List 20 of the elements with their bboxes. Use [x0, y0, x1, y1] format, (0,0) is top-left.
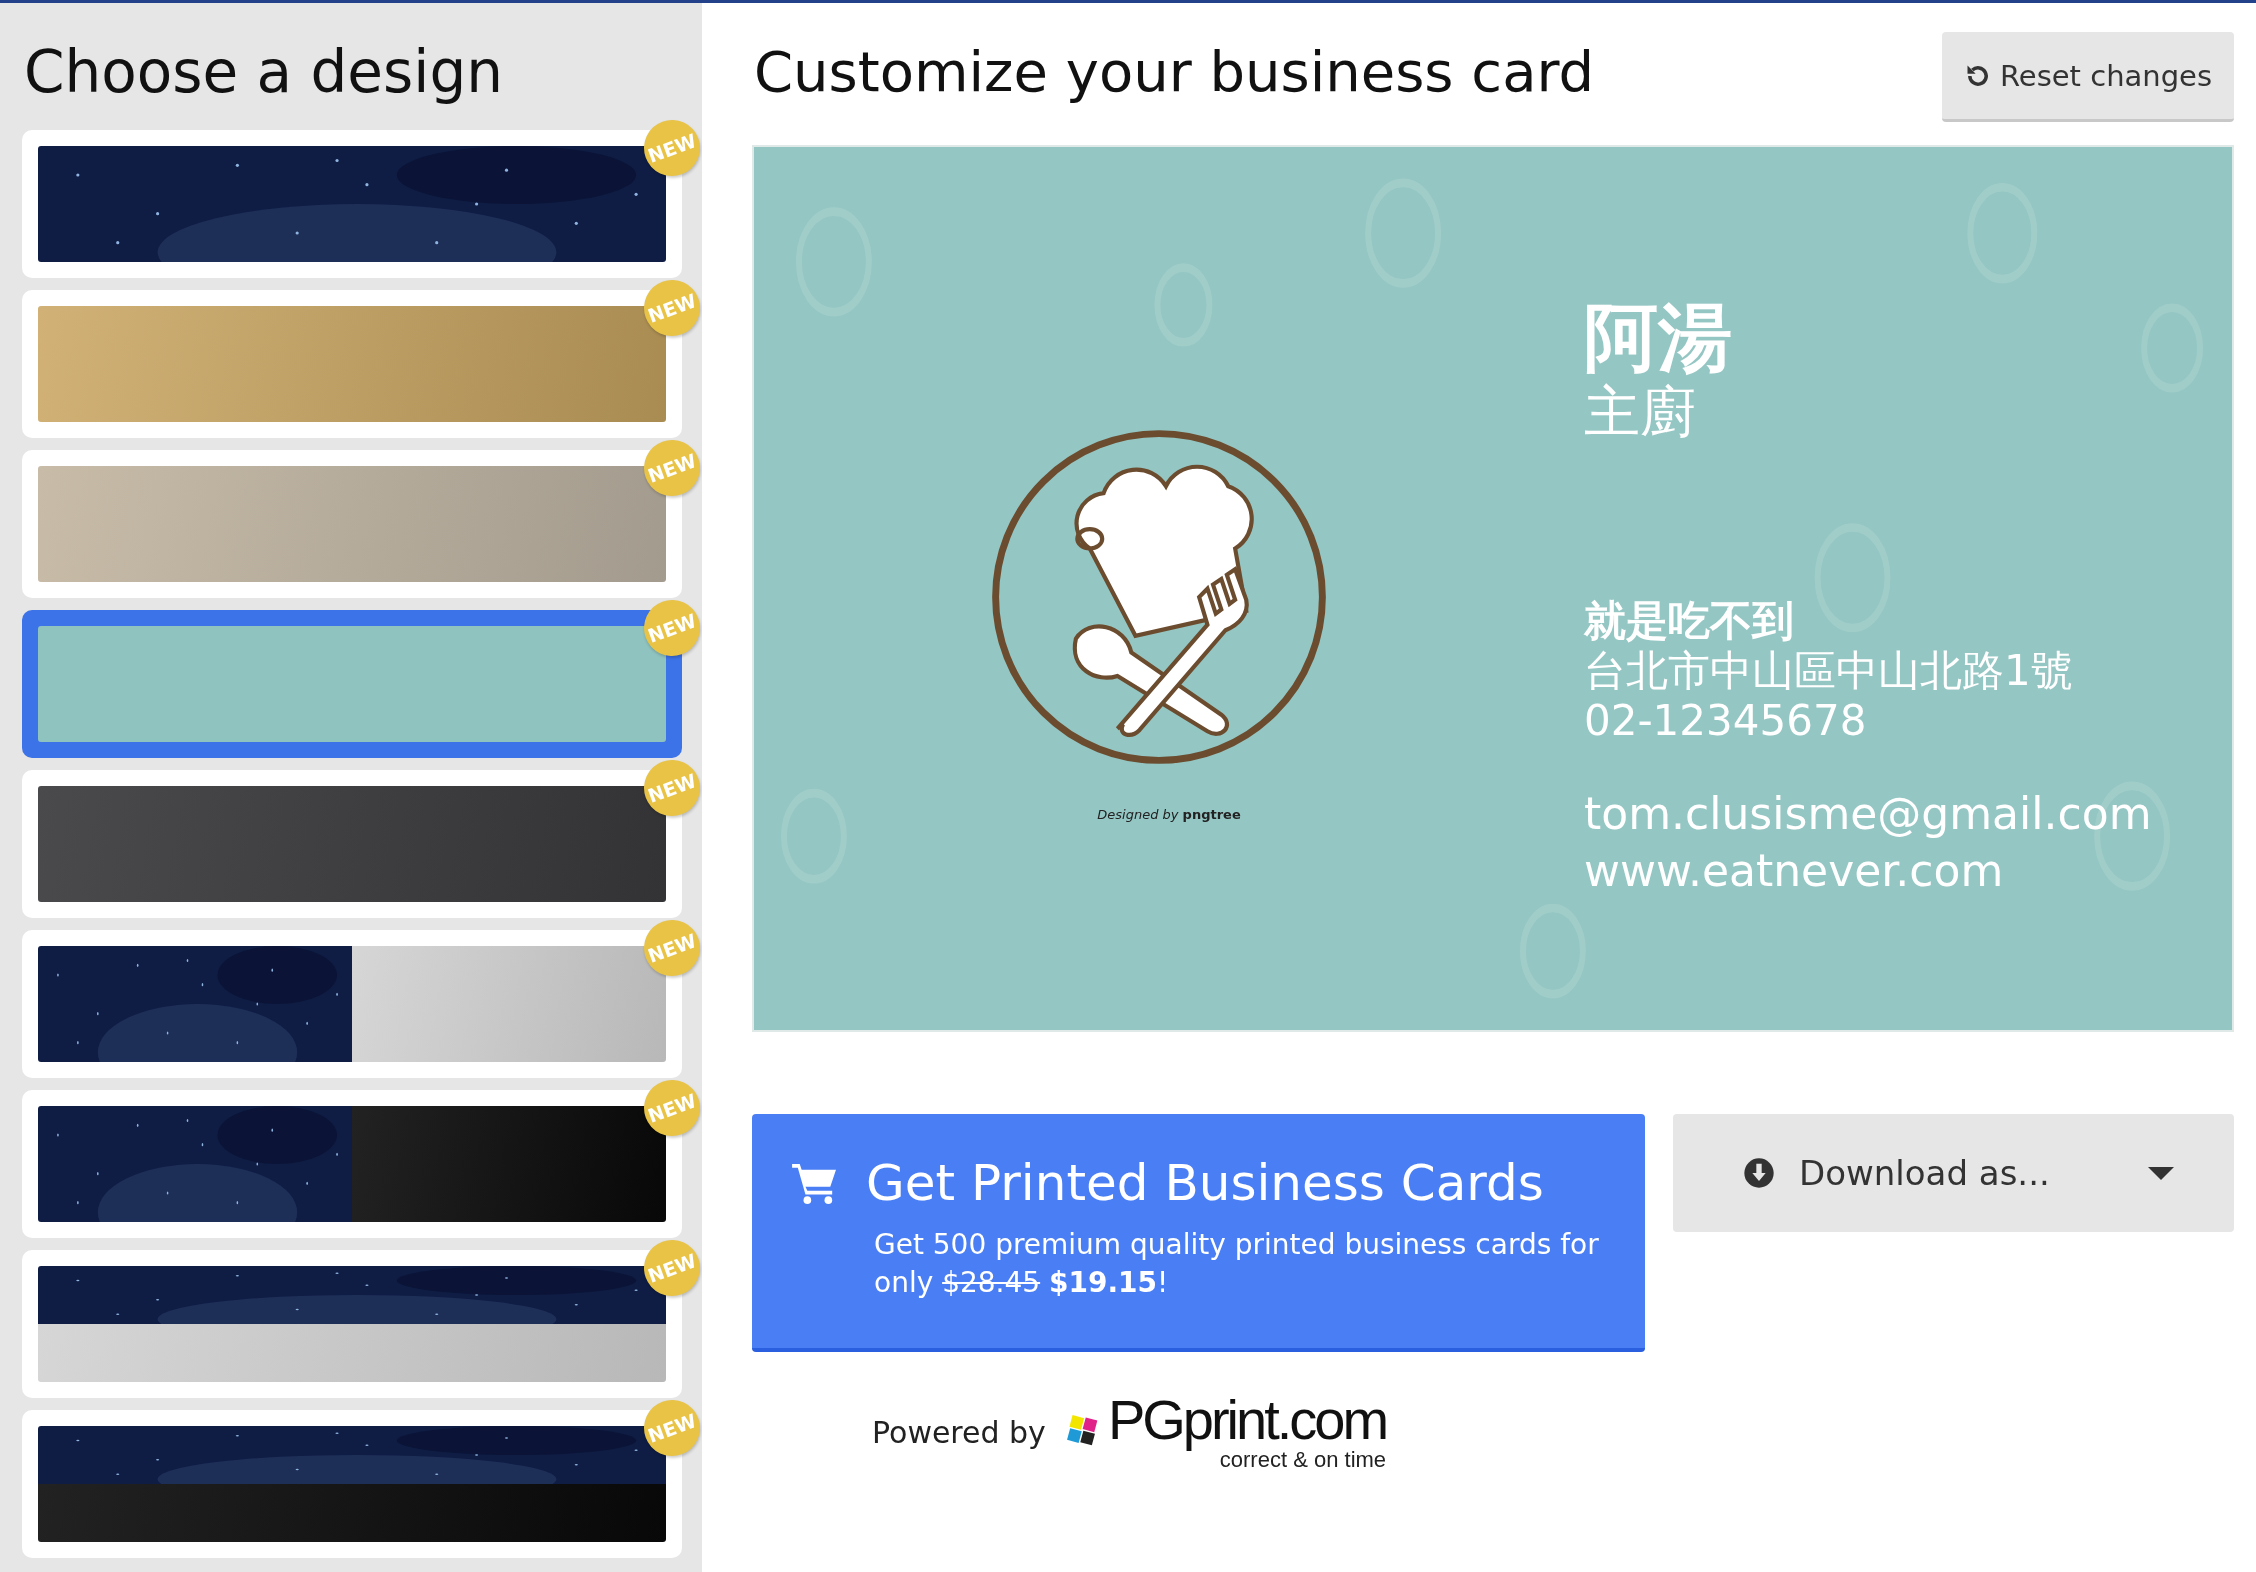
sidebar-title: Choose a design: [24, 38, 504, 108]
card-phone: 02-12345678: [1584, 696, 1868, 747]
download-dropdown[interactable]: Download as...: [1673, 1114, 2234, 1232]
card-job-title: 主廚: [1584, 378, 1697, 446]
reset-button[interactable]: Reset changes: [1942, 32, 2234, 122]
offer-description: Get 500 premium quality printed business cards for only $28.45 $19.15!: [874, 1227, 1600, 1301]
logo-credit: Designed by pngtree: [1097, 807, 1241, 822]
powered-by-label: Powered by: [872, 1414, 1046, 1450]
page-title: Customize your business card: [754, 38, 1595, 106]
print-title: Get Printed Business Cards: [866, 1154, 1544, 1212]
card-name: 阿湯: [1584, 297, 1733, 379]
card-website: www.eatnever.com: [1584, 843, 2005, 898]
card-address: 台北市中山區中山北路1號: [1584, 645, 2074, 697]
pgprint-tagline: correct & on time: [1219, 1448, 1387, 1473]
print-button[interactable]: Get Printed Business Cards Get 500 premium quality printed business cards for only $28.45 $19.15!: [752, 1114, 1645, 1352]
caret-icon: [2148, 1166, 2174, 1180]
card-company: 就是吃不到: [1584, 595, 1795, 646]
download-icon: [1743, 1157, 1775, 1189]
card-email: tom.clusisme@gmail.com: [1584, 786, 2152, 841]
cart-icon: [792, 1162, 838, 1204]
